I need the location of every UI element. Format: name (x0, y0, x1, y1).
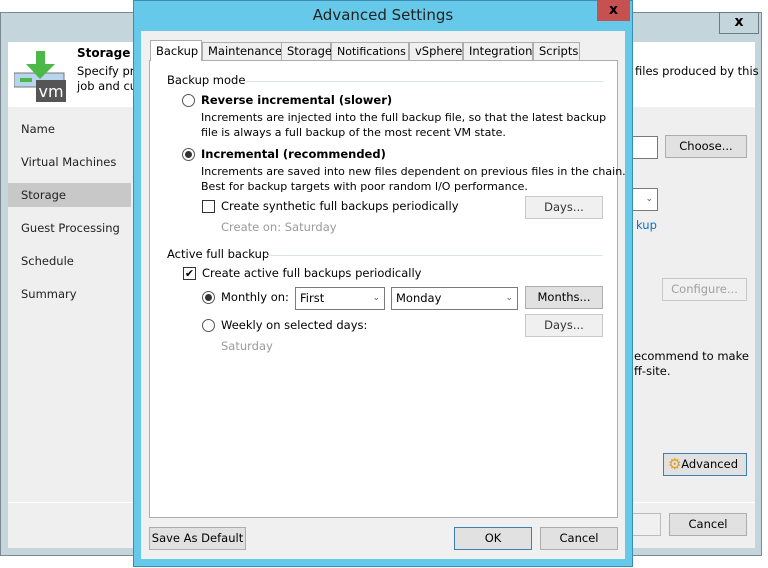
ok-button[interactable]: OK (454, 527, 532, 550)
link-fragment[interactable]: kup (636, 218, 657, 233)
combo-value: First (300, 291, 325, 305)
weekly-radio[interactable] (202, 319, 215, 332)
tab-scripts[interactable]: Scripts (533, 42, 580, 61)
weekly-label[interactable]: Weekly on selected days: (221, 318, 367, 333)
wizard-desc: Specify pr (77, 64, 135, 78)
note-text: ecommend to make (634, 349, 749, 363)
wizard-desc-right: files produced by this (635, 64, 759, 78)
gear-icon: ⚙ (668, 455, 682, 473)
reverse-desc: Increments are injected into the full ba… (201, 111, 607, 124)
active-full-create-label[interactable]: Create active full backups periodically (202, 266, 421, 281)
save-as-default-button[interactable]: Save As Default (149, 527, 246, 550)
incremental-desc: Best for backup targets with poor random… (201, 180, 528, 193)
tab-vsphere[interactable]: vSphere (409, 42, 463, 61)
nav-virtual-machines[interactable]: Virtual Machines (8, 150, 131, 174)
wizard-close-button[interactable]: x (719, 12, 759, 34)
tab-notifications[interactable]: Notifications (331, 42, 409, 61)
nav-summary[interactable]: Summary (8, 282, 131, 306)
tab-storage[interactable]: Storage (281, 42, 332, 61)
backup-mode-label: Backup mode (167, 73, 246, 87)
create-on-text: Create on: Saturday (221, 220, 337, 234)
dialog-title: Advanced Settings (312, 6, 454, 24)
reverse-desc: file is always a full backup of the most… (201, 126, 506, 139)
nav-name[interactable]: Name (8, 117, 131, 141)
combo-value: Monday (396, 291, 442, 305)
incremental-label[interactable]: Incremental (recommended) (201, 147, 386, 162)
synthetic-full-checkbox[interactable] (202, 200, 215, 213)
wizard-title: Storage (77, 46, 131, 60)
synthetic-full-label[interactable]: Create synthetic full backups periodical… (221, 199, 459, 214)
wizard-cancel-button[interactable]: Cancel (669, 513, 747, 536)
monthly-week-combo[interactable]: First ⌄ (295, 287, 385, 310)
advanced-label: Advanced (681, 457, 738, 471)
monthly-label[interactable]: Monthly on: (221, 290, 289, 305)
months-button[interactable]: Months... (525, 286, 603, 309)
group-line (246, 81, 603, 82)
synthetic-days-button[interactable]: Days... (525, 196, 603, 219)
reverse-incremental-radio[interactable] (182, 94, 195, 107)
group-line (267, 255, 603, 256)
cancel-button[interactable]: Cancel (540, 527, 618, 550)
weekly-value: Saturday (221, 339, 273, 353)
active-full-checkbox[interactable]: ✔ (183, 267, 196, 280)
nav-guest-processing[interactable]: Guest Processing (8, 216, 131, 240)
nav-schedule[interactable]: Schedule (8, 249, 131, 273)
chevron-down-icon: ⌄ (505, 293, 513, 303)
advanced-button[interactable]: ⚙ Advanced (663, 453, 747, 476)
chevron-down-icon: ⌄ (645, 194, 653, 204)
tab-maintenance[interactable]: Maintenance (202, 42, 282, 61)
storage-logo-icon: vm (13, 48, 66, 102)
logo-text: vm (38, 82, 63, 101)
weekly-days-button[interactable]: Days... (525, 314, 603, 337)
reverse-incremental-label[interactable]: Reverse incremental (slower) (201, 93, 392, 108)
tab-backup[interactable]: Backup (150, 40, 202, 61)
dialog-close-button[interactable]: x (597, 0, 630, 21)
incremental-desc: Increments are saved into new files depe… (201, 165, 626, 178)
tab-integration[interactable]: Integration (463, 42, 533, 61)
active-full-label: Active full backup (167, 247, 270, 261)
note-text: ff-site. (634, 364, 671, 378)
chevron-down-icon: ⌄ (372, 293, 380, 303)
monthly-day-combo[interactable]: Monday ⌄ (391, 287, 518, 310)
monthly-radio[interactable] (202, 291, 215, 304)
nav-storage[interactable]: Storage (8, 183, 131, 207)
choose-button[interactable]: Choose... (665, 135, 747, 158)
incremental-radio[interactable] (182, 148, 195, 161)
configure-button: Configure... (662, 278, 747, 301)
wizard-desc: job and cu (77, 79, 138, 93)
